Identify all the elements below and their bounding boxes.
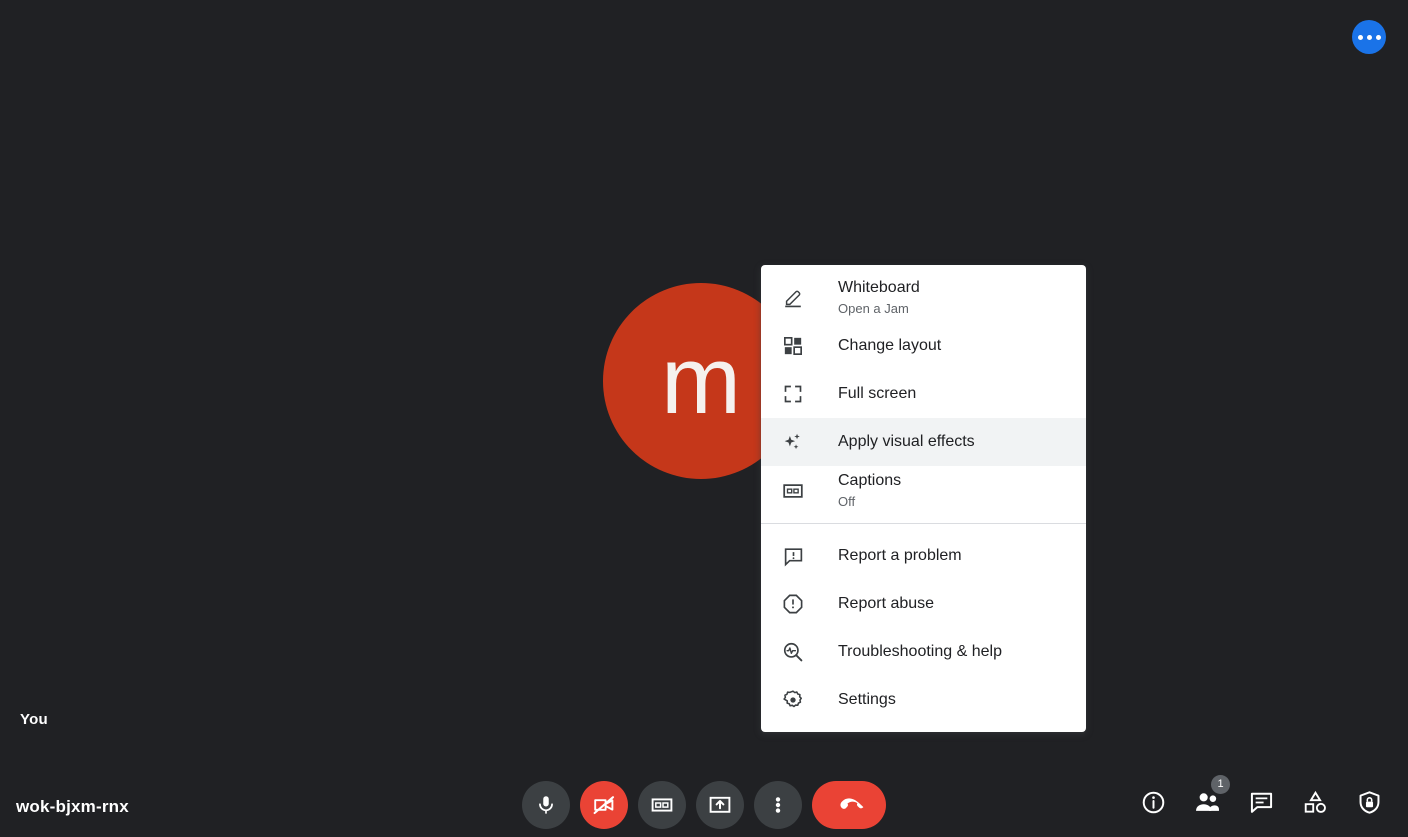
menu-divider bbox=[761, 523, 1086, 524]
people-count-badge: 1 bbox=[1211, 775, 1230, 794]
secondary-controls: 1 bbox=[1136, 775, 1386, 819]
present-screen-button[interactable] bbox=[696, 781, 744, 829]
menu-item-report-a-problem[interactable]: Report a problem bbox=[761, 532, 1086, 580]
menu-item-captions[interactable]: Captions Off bbox=[761, 466, 1086, 515]
menu-item-label: Troubleshooting & help bbox=[838, 643, 1002, 660]
menu-item-label: Apply visual effects bbox=[838, 433, 975, 450]
menu-item-label: Full screen bbox=[838, 385, 917, 402]
activities-button[interactable] bbox=[1298, 785, 1332, 819]
menu-item-label: Report a problem bbox=[838, 547, 962, 564]
menu-item-troubleshooting-help[interactable]: Troubleshooting & help bbox=[761, 628, 1086, 676]
microphone-button[interactable] bbox=[522, 781, 570, 829]
sparkle-icon bbox=[781, 430, 805, 454]
menu-item-label: Captions bbox=[838, 472, 902, 489]
report-abuse-icon bbox=[781, 592, 805, 616]
menu-item-change-layout[interactable]: Change layout bbox=[761, 322, 1086, 370]
menu-item-label: Report abuse bbox=[838, 595, 935, 612]
menu-item-settings[interactable]: Settings bbox=[761, 676, 1086, 724]
menu-item-label: Settings bbox=[838, 691, 896, 708]
host-controls-button[interactable] bbox=[1352, 785, 1386, 819]
whiteboard-icon bbox=[781, 286, 805, 310]
menu-item-sublabel: Open a Jam bbox=[838, 301, 909, 316]
troubleshooting-icon bbox=[781, 640, 805, 664]
self-name-label: You bbox=[20, 711, 48, 728]
menu-item-sublabel: Off bbox=[838, 494, 856, 509]
video-stage: m You wok-bjxm-rnx bbox=[0, 0, 1408, 837]
settings-gear-icon bbox=[781, 688, 805, 712]
fullscreen-icon bbox=[781, 382, 805, 406]
menu-item-label: Whiteboard bbox=[838, 279, 920, 296]
avatar-initial: m bbox=[661, 327, 741, 434]
layout-icon bbox=[781, 334, 805, 358]
captions-icon bbox=[781, 479, 805, 503]
call-controls bbox=[522, 781, 886, 829]
menu-item-whiteboard[interactable]: Whiteboard Open a Jam bbox=[761, 273, 1086, 322]
more-options-menu[interactable]: Whiteboard Open a Jam Change layout Full… bbox=[761, 265, 1086, 732]
camera-button[interactable] bbox=[580, 781, 628, 829]
captions-button[interactable] bbox=[638, 781, 686, 829]
leave-call-button[interactable] bbox=[812, 781, 886, 829]
people-button[interactable]: 1 bbox=[1190, 775, 1230, 819]
menu-item-apply-visual-effects[interactable]: Apply visual effects bbox=[761, 418, 1086, 466]
report-problem-icon bbox=[781, 544, 805, 568]
meeting-details-button[interactable] bbox=[1136, 785, 1170, 819]
more-options-button[interactable] bbox=[754, 781, 802, 829]
chat-button[interactable] bbox=[1244, 785, 1278, 819]
menu-item-label: Change layout bbox=[838, 337, 942, 354]
menu-item-report-abuse[interactable]: Report abuse bbox=[761, 580, 1086, 628]
menu-item-full-screen[interactable]: Full screen bbox=[761, 370, 1086, 418]
bottom-toolbar: 1 bbox=[0, 755, 1408, 837]
